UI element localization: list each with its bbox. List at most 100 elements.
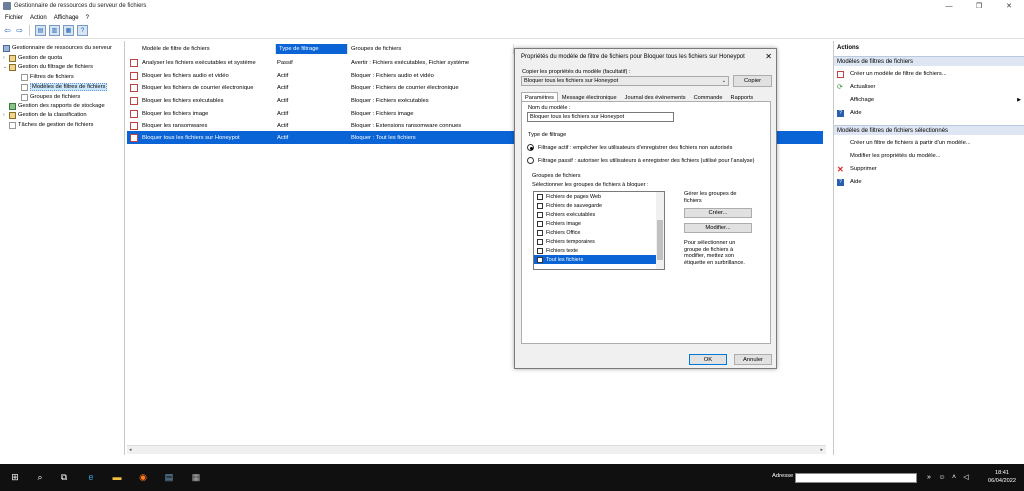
- person-icon[interactable]: ☺: [936, 471, 948, 483]
- menu-help[interactable]: ?: [86, 15, 89, 21]
- copy-template-dropdown[interactable]: Bloquer tous les fichiers sur Honeypot ⌄: [521, 76, 729, 86]
- tree-item-modeles[interactable]: Modèles de filtres de fichiers: [21, 82, 108, 92]
- clock[interactable]: 18:41 06/04/2022: [988, 469, 1016, 485]
- close-button[interactable]: ✕: [994, 0, 1024, 12]
- title-bar: Gestionnaire de ressources du serveur de…: [0, 0, 1024, 12]
- file-explorer-icon[interactable]: ▬: [111, 471, 123, 483]
- checkbox[interactable]: [537, 202, 543, 209]
- expand-icon[interactable]: ›: [3, 55, 8, 61]
- dialog-close-icon[interactable]: ✕: [765, 52, 772, 61]
- list-item[interactable]: Fichiers exécutables: [534, 210, 657, 219]
- list-item[interactable]: Fichiers de sauvegarde: [534, 201, 657, 210]
- taskbar: ⊞ ⌕ ⧉ e ▬ ◉ ▤ ▦ Adresse » ☺ ˄ ◁ 18:41 06/…: [0, 464, 1024, 491]
- passive-filter-label[interactable]: Filtrage passif : autoriser les utilisat…: [538, 158, 755, 164]
- file-server-resource-manager-icon[interactable]: ▦: [190, 471, 202, 483]
- app-icon: [3, 2, 11, 10]
- column-header-modele[interactable]: Modèle de filtre de fichiers: [139, 44, 276, 54]
- firefox-icon[interactable]: ◉: [137, 471, 149, 483]
- list-item[interactable]: Fichiers temporaires: [534, 237, 657, 246]
- up-folder-icon[interactable]: ▤: [35, 25, 46, 36]
- delete-icon: ✕: [837, 164, 844, 174]
- checkbox[interactable]: [537, 238, 543, 245]
- modify-hint: Pour sélectionner un groupe de fichiers …: [684, 240, 745, 266]
- copy-button[interactable]: Copier: [733, 75, 772, 87]
- maximize-button[interactable]: ❐: [964, 0, 994, 12]
- checkbox[interactable]: [537, 220, 543, 227]
- checkbox[interactable]: [537, 247, 543, 254]
- windows-start-icon[interactable]: ⊞: [9, 471, 21, 483]
- action-refresh[interactable]: ⟳ Actualiser: [834, 81, 1024, 93]
- forward-arrow-icon[interactable]: ⇨: [14, 25, 25, 36]
- checkbox[interactable]: [537, 211, 543, 218]
- list-item-selected[interactable]: ✓ Tout les fichiers: [534, 255, 657, 264]
- show-hide-tree-icon[interactable]: ▥: [49, 25, 60, 36]
- collapse-icon[interactable]: ⌄: [3, 64, 8, 70]
- checkbox-checked[interactable]: ✓: [537, 256, 543, 263]
- actions-section-selected[interactable]: Modèles de filtres de fichiers sélection…: [834, 125, 1024, 135]
- action-edit-template[interactable]: Modifier les propriétés du modèle...: [834, 150, 1024, 162]
- scrollbar-thumb[interactable]: [657, 220, 663, 260]
- expand-icon[interactable]: ›: [3, 112, 8, 118]
- back-arrow-icon[interactable]: ⇦: [2, 25, 13, 36]
- checkbox[interactable]: [537, 229, 543, 236]
- tree-item-classification[interactable]: › Gestion de la classification: [3, 110, 87, 120]
- list-item[interactable]: Fichiers de pages Web: [534, 192, 657, 201]
- actions-section-templates[interactable]: Modèles de filtres de fichiers: [834, 56, 1024, 66]
- server-icon: [3, 44, 10, 52]
- toolbar: ⇦ ⇨ ▤ ▥ ▦ ?: [0, 23, 1024, 39]
- checkbox[interactable]: [537, 193, 543, 200]
- folder-icon: [9, 54, 16, 62]
- window-title: Gestionnaire de ressources du serveur de…: [14, 3, 147, 9]
- tree-item-filtres[interactable]: Filtres de fichiers: [21, 72, 74, 82]
- task-view-icon[interactable]: ⧉: [58, 471, 70, 483]
- tree-item-taches[interactable]: Tâches de gestion de fichiers: [9, 120, 93, 130]
- action-create-filter-from-template[interactable]: Créer un filtre de fichiers à partir d'u…: [834, 137, 1024, 149]
- action-create-template[interactable]: Créer un modèle de filtre de fichiers...: [834, 68, 1024, 80]
- template-icon: [21, 83, 28, 91]
- ok-button[interactable]: OK: [689, 354, 727, 365]
- horizontal-scrollbar[interactable]: ◂ ▸: [127, 445, 826, 454]
- template-icon: [130, 109, 138, 118]
- modify-group-button[interactable]: Modifier...: [684, 223, 752, 233]
- template-icon: [130, 71, 138, 80]
- properties-icon[interactable]: ▦: [63, 25, 74, 36]
- column-header-groupes[interactable]: Groupes de fichiers: [348, 44, 514, 54]
- tree-item-root[interactable]: Gestionnaire de ressources du serveur: [3, 43, 112, 53]
- list-item[interactable]: Fichiers Office: [534, 228, 657, 237]
- tree-item-filtrage[interactable]: ⌄ Gestion du filtrage de fichiers: [3, 62, 93, 72]
- menu-action[interactable]: Action: [30, 15, 47, 21]
- address-input[interactable]: [795, 473, 917, 483]
- help-icon: ?: [837, 178, 844, 186]
- edge-icon[interactable]: e: [85, 471, 97, 483]
- dialog-title: Propriétés du modèle de filtre de fichie…: [521, 54, 745, 60]
- template-icon: [130, 133, 138, 142]
- actions-pane: Actions Modèles de filtres de fichiers C…: [833, 41, 1024, 455]
- list-item[interactable]: Fichiers texte: [534, 246, 657, 255]
- help-icon[interactable]: ?: [77, 25, 88, 36]
- minimize-button[interactable]: —: [934, 0, 964, 12]
- list-item[interactable]: Fichiers image: [534, 219, 657, 228]
- cancel-button[interactable]: Annuler: [734, 354, 772, 365]
- action-help-selected[interactable]: ? Aide: [834, 176, 1024, 188]
- template-name-field[interactable]: Bloquer tous les fichiers sur Honeypot: [527, 112, 674, 122]
- passive-filter-radio[interactable]: [527, 157, 534, 164]
- action-view[interactable]: Affichage ▶: [834, 94, 1024, 106]
- file-groups-list[interactable]: Fichiers de pages Web Fichiers de sauveg…: [533, 191, 665, 270]
- search-icon[interactable]: ⌕: [34, 471, 46, 483]
- menu-affichage[interactable]: Affichage: [54, 15, 79, 21]
- speaker-icon[interactable]: ◁: [960, 471, 972, 483]
- show-hidden-icons-icon[interactable]: ˄: [948, 471, 960, 483]
- chevron-icon[interactable]: »: [923, 471, 935, 483]
- list-scrollbar[interactable]: [656, 192, 664, 269]
- action-delete[interactable]: ✕ Supprimer: [834, 163, 1024, 175]
- create-group-button[interactable]: Créer...: [684, 208, 752, 218]
- action-help[interactable]: ? Aide: [834, 107, 1024, 119]
- menu-fichier[interactable]: Fichier: [5, 15, 23, 21]
- active-filter-label[interactable]: Filtrage actif : empêcher les utilisateu…: [538, 145, 732, 151]
- help-icon: ?: [837, 109, 844, 117]
- server-manager-icon[interactable]: ▤: [163, 471, 175, 483]
- toolbar-separator: [29, 25, 30, 36]
- active-filter-radio[interactable]: [527, 144, 534, 151]
- column-header-type[interactable]: Type de filtrage: [276, 44, 348, 54]
- report-icon: [9, 102, 16, 110]
